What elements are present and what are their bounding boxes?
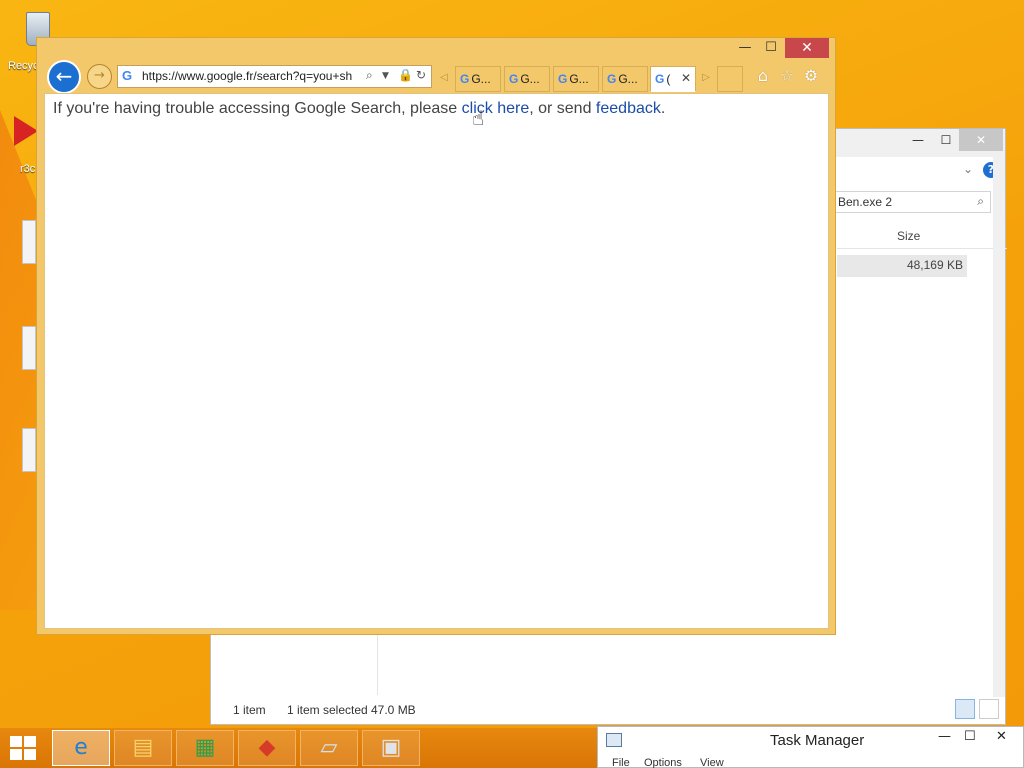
refresh-icon[interactable]: ↻ [416, 68, 426, 82]
explorer-search-input[interactable]: Ben.exe 2 ⌕ [833, 191, 991, 213]
status-size: 47.0 MB [371, 703, 416, 717]
url-text[interactable]: https://www.google.fr/search?q=you+sh [142, 69, 362, 83]
search-value: Ben.exe 2 [838, 195, 893, 209]
red-app-taskbar-icon[interactable]: ◆ [238, 730, 296, 766]
message-text: . [660, 100, 666, 117]
internet-explorer-taskbar-icon[interactable]: e [52, 730, 110, 766]
explorer-ribbon-controls: ⌄ ? [833, 160, 1003, 182]
notepad-taskbar-icon[interactable]: ▱ [300, 730, 358, 766]
error-message: If you're having trouble accessing Googl… [53, 100, 665, 118]
minimize-icon[interactable]: — [907, 129, 929, 151]
chevron-down-icon[interactable]: ⌄ [963, 162, 973, 176]
message-text: , or send [529, 100, 596, 117]
close-icon[interactable]: ✕ [959, 129, 1003, 151]
vertical-scrollbar[interactable] [993, 157, 1005, 697]
explorer-status-bar: 1 item 1 item selected 47.0 MB [211, 697, 1005, 723]
tab-3[interactable]: G G... [553, 66, 599, 92]
google-favicon-icon: G [607, 72, 617, 86]
windows-logo-icon [10, 736, 22, 747]
maximize-icon[interactable]: ☐ [964, 729, 976, 744]
minimize-icon[interactable]: — [735, 38, 755, 58]
document-icon[interactable] [22, 220, 36, 264]
search-icon[interactable]: ⌕ [366, 68, 373, 83]
red-app-icon[interactable] [14, 116, 38, 146]
menu-view[interactable]: View [700, 757, 724, 768]
tab-label: G... [569, 72, 589, 86]
windows-logo-icon [10, 749, 22, 760]
google-favicon-icon: G [558, 72, 568, 86]
lock-icon[interactable]: 🔒 [398, 68, 413, 82]
menu-file[interactable]: File [612, 757, 630, 768]
close-icon[interactable]: ✕ [785, 38, 829, 58]
maximize-icon[interactable]: ☐ [761, 38, 781, 58]
google-favicon-icon: G [122, 68, 133, 83]
status-item-count: 1 item [233, 703, 266, 717]
windows-logo-icon [24, 736, 36, 747]
favorites-star-icon[interactable]: ☆ [777, 66, 797, 88]
internet-explorer-window[interactable]: — ☐ ✕ ← → G https://www.google.fr/search… [36, 37, 836, 635]
search-icon[interactable]: ⌕ [977, 194, 984, 209]
hand-cursor-icon: ☝ [472, 106, 485, 130]
column-header-size[interactable]: Size [837, 223, 1007, 249]
task-manager-icon [606, 733, 622, 747]
status-selected: 1 item selected [287, 703, 368, 717]
task-manager-taskbar-icon[interactable]: ▣ [362, 730, 420, 766]
task-manager-title: Task Manager [770, 732, 865, 749]
home-icon[interactable]: ⌂ [753, 66, 773, 88]
tab-scroll-left-icon[interactable]: ◁ [437, 66, 451, 90]
document-icon[interactable] [22, 428, 36, 472]
tab-scroll-right-icon[interactable]: ▷ [699, 66, 713, 90]
task-manager-window[interactable]: Task Manager — ☐ ✕ File Options View [597, 726, 1024, 768]
store-taskbar-icon[interactable]: ▦ [176, 730, 234, 766]
tab-4[interactable]: G G... [602, 66, 648, 92]
divider [377, 635, 378, 695]
file-size-cell: 48,169 KB [906, 258, 963, 272]
tab-label: G... [618, 72, 638, 86]
large-icons-view-icon[interactable] [979, 699, 999, 719]
address-bar[interactable]: G https://www.google.fr/search?q=you+sh … [117, 65, 432, 88]
google-favicon-icon: G [460, 72, 470, 86]
start-button[interactable] [10, 736, 38, 762]
recycle-bin-label: Recyc [8, 60, 39, 72]
maximize-icon[interactable]: ☐ [935, 129, 957, 151]
menu-options[interactable]: Options [644, 757, 682, 768]
dropdown-arrow-icon[interactable]: ▼ [382, 71, 389, 81]
close-icon[interactable]: ✕ [996, 729, 1007, 744]
feedback-link[interactable]: feedback [596, 100, 661, 117]
red-app-label: r3c [20, 163, 36, 175]
table-row[interactable]: 48,169 KB [837, 255, 967, 277]
document-icon[interactable] [22, 326, 36, 370]
page-content: If you're having trouble accessing Googl… [44, 93, 829, 629]
minimize-icon[interactable]: — [938, 729, 951, 744]
column-header-size-label: Size [897, 229, 921, 243]
gear-icon[interactable]: ⚙ [801, 66, 821, 88]
file-explorer-taskbar-icon[interactable]: ▤ [114, 730, 172, 766]
tab-label: G... [520, 72, 540, 86]
tab-label: G... [471, 72, 491, 86]
back-arrow-icon[interactable]: ← [47, 60, 81, 94]
google-favicon-icon: G [509, 72, 519, 86]
message-text: If you're having trouble accessing Googl… [53, 100, 462, 117]
google-favicon-icon: G [655, 72, 665, 86]
windows-logo-icon [24, 749, 36, 760]
details-view-icon[interactable] [955, 699, 975, 719]
tab-2[interactable]: G G... [504, 66, 550, 92]
new-tab-button[interactable] [717, 66, 743, 92]
tab-5-active[interactable]: G( ✕ [650, 66, 696, 92]
close-tab-icon[interactable]: ✕ [681, 71, 691, 85]
tab-label: ( [666, 72, 671, 86]
forward-arrow-icon[interactable]: → [87, 64, 112, 89]
tab-1[interactable]: G G... [455, 66, 501, 92]
